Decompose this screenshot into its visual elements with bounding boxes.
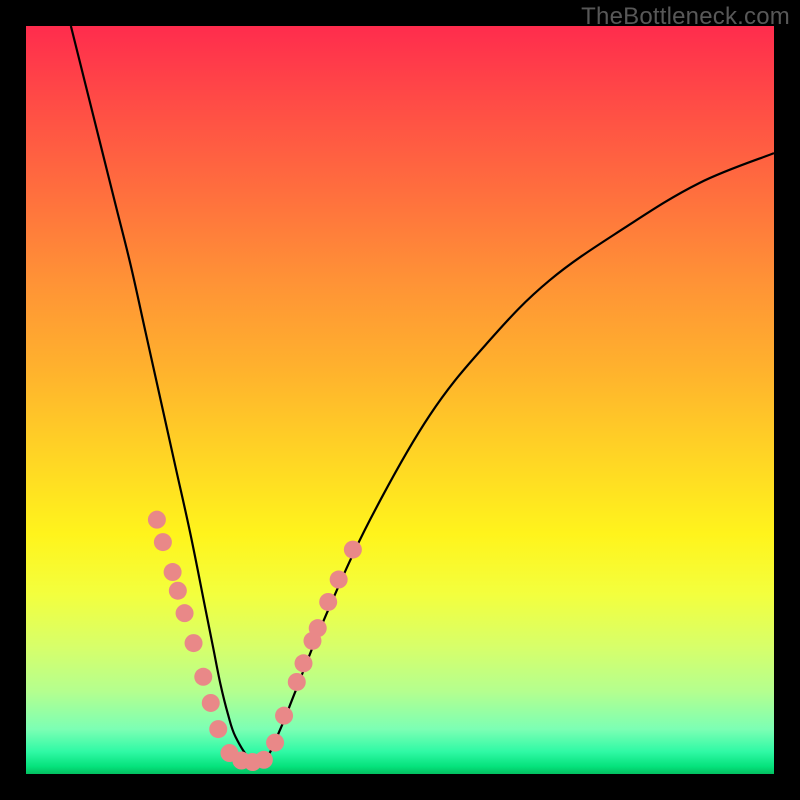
data-dot xyxy=(288,673,306,691)
data-dot xyxy=(169,582,187,600)
data-dot xyxy=(319,593,337,611)
chart-svg xyxy=(26,26,774,774)
plot-area xyxy=(26,26,774,774)
data-dot xyxy=(154,533,172,551)
data-dots-group xyxy=(148,511,362,771)
chart-frame: TheBottleneck.com xyxy=(0,0,800,800)
watermark-text: TheBottleneck.com xyxy=(581,3,790,31)
data-dot xyxy=(164,563,182,581)
data-dot xyxy=(309,619,327,637)
bottleneck-curve xyxy=(71,26,774,763)
data-dot xyxy=(194,668,212,686)
data-dot xyxy=(295,654,313,672)
data-dot xyxy=(275,707,293,725)
data-dot xyxy=(148,511,166,529)
data-dot xyxy=(255,751,273,769)
data-dot xyxy=(330,571,348,589)
data-dot xyxy=(266,734,284,752)
data-dot xyxy=(344,541,362,559)
data-dot xyxy=(176,604,194,622)
data-dot xyxy=(185,634,203,652)
data-dot xyxy=(209,720,227,738)
data-dot xyxy=(202,694,220,712)
